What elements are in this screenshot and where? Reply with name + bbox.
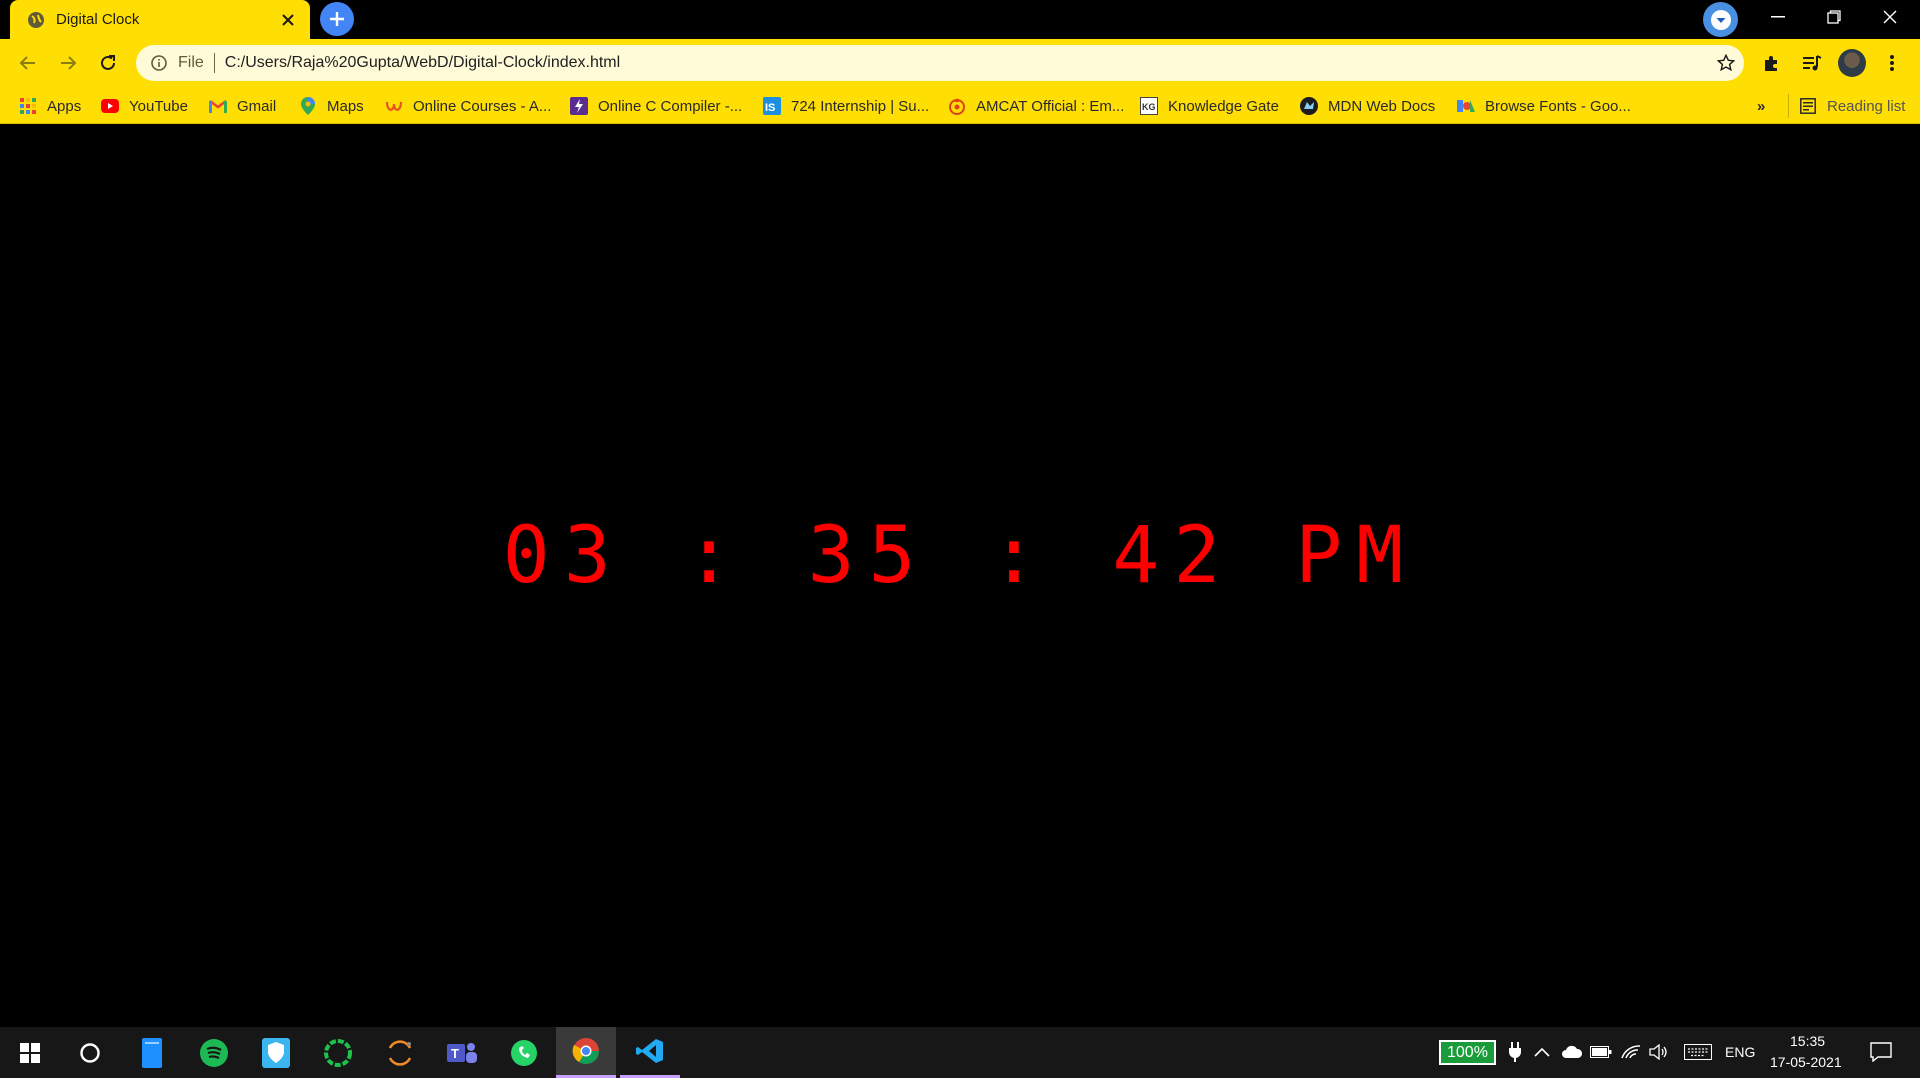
bookmark-label: YouTube	[129, 97, 188, 115]
chrome-icon[interactable]	[556, 1027, 616, 1078]
new-tab-button[interactable]	[320, 2, 354, 36]
bookmark-apps[interactable]: Apps	[19, 94, 81, 118]
whatsapp-icon[interactable]	[494, 1027, 554, 1078]
battery-icon[interactable]	[1589, 1040, 1613, 1064]
cortana-search-icon[interactable]	[60, 1027, 120, 1078]
knowledge-gate-icon: KG	[1140, 97, 1158, 115]
bookmark-internship[interactable]: IS 724 Internship | Su...	[763, 94, 929, 118]
globe-icon	[26, 10, 46, 30]
bookmarks-overflow-chevron[interactable]: »	[1757, 94, 1765, 118]
bookmark-youtube[interactable]: YouTube	[101, 94, 188, 118]
back-arrow-icon[interactable]	[12, 47, 44, 79]
bookmark-label: Maps	[327, 97, 364, 115]
restore-button[interactable]	[1806, 0, 1862, 34]
clock-date[interactable]: 17-05-2021	[1770, 1054, 1842, 1070]
media-playlist-icon[interactable]	[1796, 47, 1828, 79]
clock-display: 03 : 35 : 42 PM	[502, 511, 1418, 601]
bookmark-label: Gmail	[237, 97, 277, 115]
bookmark-label: Apps	[47, 97, 82, 115]
youtube-icon	[101, 97, 119, 115]
bookmark-maps[interactable]: Maps	[299, 94, 364, 118]
circular-app-icon[interactable]	[308, 1027, 368, 1078]
defender-shield-icon[interactable]	[246, 1027, 306, 1078]
gmail-icon	[209, 97, 227, 115]
close-window-button[interactable]	[1862, 0, 1918, 34]
reload-icon[interactable]	[92, 47, 124, 79]
digital-clock: 03 : 35 : 42 PM	[0, 125, 1920, 1027]
forward-arrow-icon[interactable]	[52, 47, 84, 79]
maps-icon	[299, 97, 317, 115]
notification-center-icon[interactable]	[1868, 1040, 1894, 1064]
file-explorer-icon[interactable]	[122, 1027, 182, 1078]
reading-list-icon	[1799, 97, 1817, 115]
bookmark-label: 724 Internship | Su...	[791, 97, 930, 115]
eclipse-orange-icon[interactable]	[370, 1027, 430, 1078]
svg-text:KG: KG	[1142, 102, 1156, 112]
mdn-icon	[1300, 97, 1318, 115]
extensions-puzzle-icon[interactable]	[1756, 47, 1788, 79]
address-bar[interactable]: File C:/Users/Raja%20Gupta/WebD/Digital-…	[136, 45, 1744, 81]
file-scheme-label: File	[178, 54, 204, 71]
info-icon[interactable]	[150, 54, 168, 72]
clock-time[interactable]: 15:35	[1790, 1033, 1825, 1049]
overflow-label: »	[1757, 97, 1766, 115]
spotify-icon[interactable]	[184, 1027, 244, 1078]
bookmark-google-fonts[interactable]: Browse Fonts - Goo...	[1457, 94, 1631, 118]
bookmark-knowledge-gate[interactable]: KG Knowledge Gate	[1140, 94, 1279, 118]
minimize-button[interactable]	[1750, 0, 1806, 34]
close-tab-icon[interactable]	[278, 10, 298, 30]
bookmark-gmail[interactable]: Gmail	[209, 94, 276, 118]
wifi-icon[interactable]	[1619, 1040, 1643, 1064]
bookmark-amcat[interactable]: AMCAT Official : Em...	[948, 94, 1124, 118]
language-indicator[interactable]: ENG	[1725, 1044, 1755, 1060]
amcat-icon	[948, 97, 966, 115]
chevron-up-icon[interactable]	[1530, 1040, 1554, 1064]
svg-text:IS: IS	[765, 102, 775, 114]
bookmark-label: Browse Fonts - Goo...	[1485, 97, 1631, 115]
svg-text:T: T	[451, 1046, 459, 1061]
bookmarks-bar: Apps YouTube Gmail Maps Online Courses -…	[0, 87, 1920, 124]
bookmark-label: Online C Compiler -...	[598, 97, 743, 115]
browser-toolbar: File C:/Users/Raja%20Gupta/WebD/Digital-…	[0, 39, 1920, 87]
divider	[213, 53, 215, 73]
url-text[interactable]: C:/Users/Raja%20Gupta/WebD/Digital-Clock…	[225, 54, 1708, 72]
vscode-icon[interactable]	[620, 1027, 680, 1078]
reading-list-label: Reading list	[1827, 97, 1906, 115]
tab-search-icon[interactable]	[1703, 2, 1738, 37]
udemy-icon	[385, 97, 403, 115]
tab-title: Digital Clock	[56, 11, 140, 28]
power-plug-icon[interactable]	[1503, 1040, 1527, 1064]
title-bar: Digital Clock	[0, 0, 1920, 39]
browser-tab[interactable]: Digital Clock	[10, 0, 310, 39]
internshala-icon: IS	[763, 97, 781, 115]
bookmark-star-icon[interactable]	[1708, 45, 1744, 81]
reading-list-button[interactable]: Reading list	[1788, 94, 1905, 118]
page-content: 03 : 35 : 42 PM	[0, 125, 1920, 1027]
bookmark-label: AMCAT Official : Em...	[976, 97, 1125, 115]
apps-grid-icon	[19, 97, 37, 115]
windows-start-icon[interactable]	[0, 1027, 60, 1078]
bookmark-label: Knowledge Gate	[1168, 97, 1279, 115]
battery-percent-badge[interactable]: 100%	[1439, 1040, 1496, 1065]
windows-taskbar: T 100% ENG 15:35 17-05-2021	[0, 1027, 1920, 1078]
bookmark-online-courses[interactable]: Online Courses - A...	[385, 94, 551, 118]
keyboard-icon[interactable]	[1683, 1040, 1713, 1064]
bookmark-mdn[interactable]: MDN Web Docs	[1300, 94, 1435, 118]
teams-icon[interactable]: T	[432, 1027, 492, 1078]
onedrive-cloud-icon[interactable]	[1560, 1040, 1584, 1064]
compiler-icon	[570, 97, 588, 115]
volume-icon[interactable]	[1647, 1040, 1671, 1064]
google-fonts-icon	[1457, 97, 1475, 115]
avatar[interactable]	[1838, 49, 1866, 77]
bookmark-label: Online Courses - A...	[413, 97, 552, 115]
bookmark-online-compiler[interactable]: Online C Compiler -...	[570, 94, 742, 118]
bookmark-label: MDN Web Docs	[1328, 97, 1436, 115]
kebab-menu-icon[interactable]	[1876, 47, 1908, 79]
